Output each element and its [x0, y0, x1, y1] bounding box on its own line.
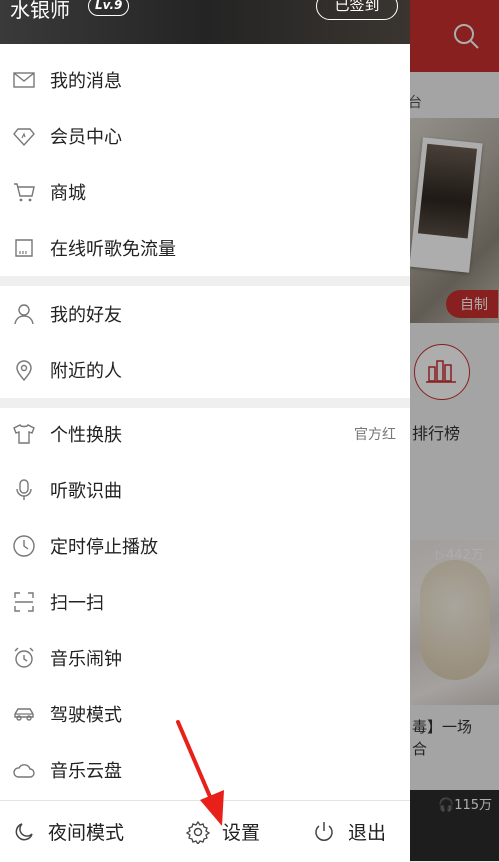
location-pin-icon — [11, 357, 37, 383]
gear-icon — [186, 820, 210, 844]
exit-label: 退出 — [348, 822, 387, 844]
alarm-clock-icon — [11, 645, 37, 671]
level-badge: Lv.9 — [88, 0, 130, 16]
power-icon — [315, 821, 333, 841]
menu-item-store[interactable]: 商城 — [0, 164, 410, 220]
navigation-drawer: 水银师 Lv.9 已签到 我的消息 会员中心 商城 在线听歌免流量 我的好友 附… — [0, 0, 410, 862]
person-icon — [11, 301, 37, 327]
menu-item-skin[interactable]: 个性换肤 官方红 — [0, 406, 410, 462]
menu-item-scan[interactable]: 扫一扫 — [0, 574, 410, 630]
menu-item-label: 扫一扫 — [50, 593, 104, 614]
menu-item-driving-mode[interactable]: 驾驶模式 — [0, 686, 410, 742]
menu-item-song-recognition[interactable]: 听歌识曲 — [0, 462, 410, 518]
cloud-icon — [11, 757, 37, 783]
scan-icon — [11, 589, 37, 615]
drawer-header: 水银师 Lv.9 已签到 — [0, 0, 410, 44]
menu-item-label: 音乐云盘 — [50, 761, 122, 782]
menu-item-alarm[interactable]: 音乐闹钟 — [0, 630, 410, 686]
settings-button[interactable]: 设置 — [186, 801, 260, 862]
section-divider — [0, 276, 410, 286]
menu-item-label: 定时停止播放 — [50, 537, 158, 558]
menu-item-label: 商城 — [50, 183, 86, 204]
drawer-scrim[interactable] — [410, 0, 499, 861]
menu-item-messages[interactable]: 我的消息 — [0, 52, 410, 108]
menu-item-label: 个性换肤 — [50, 425, 122, 446]
exit-button[interactable]: 退出 — [312, 801, 386, 862]
current-skin-value: 官方红 — [354, 427, 396, 443]
menu-item-label: 会员中心 — [50, 127, 122, 148]
cart-icon — [11, 179, 37, 205]
menu-item-vip-center[interactable]: 会员中心 — [0, 108, 410, 164]
sim-card-icon — [11, 235, 37, 261]
night-mode-label: 夜间模式 — [48, 822, 125, 844]
night-mode-button[interactable]: 夜间模式 — [12, 801, 124, 862]
drawer-bottom-bar: 夜间模式 设置 退出 — [0, 800, 410, 862]
menu-item-label: 我的消息 — [50, 71, 122, 92]
menu-item-sleep-timer[interactable]: 定时停止播放 — [0, 518, 410, 574]
menu-item-label: 音乐闹钟 — [50, 649, 122, 670]
menu-item-label: 我的好友 — [50, 305, 122, 326]
menu-item-label: 听歌识曲 — [50, 481, 122, 502]
menu-item-label: 附近的人 — [50, 361, 122, 382]
username[interactable]: 水银师 — [10, 0, 70, 23]
signin-button[interactable]: 已签到 — [316, 0, 398, 20]
clock-icon — [11, 533, 37, 559]
menu-item-label: 驾驶模式 — [50, 705, 122, 726]
car-icon — [11, 701, 37, 727]
microphone-icon — [11, 477, 37, 503]
menu-item-free-data[interactable]: 在线听歌免流量 — [0, 220, 410, 276]
menu-item-cloud-drive[interactable]: 音乐云盘 — [0, 742, 410, 798]
menu-item-label: 在线听歌免流量 — [50, 239, 176, 260]
tshirt-icon — [11, 421, 37, 447]
settings-label: 设置 — [222, 822, 261, 844]
mail-icon — [11, 67, 37, 93]
menu-item-nearby[interactable]: 附近的人 — [0, 342, 410, 398]
moon-icon — [15, 822, 33, 840]
menu-item-friends[interactable]: 我的好友 — [0, 286, 410, 342]
diamond-icon — [11, 123, 37, 149]
